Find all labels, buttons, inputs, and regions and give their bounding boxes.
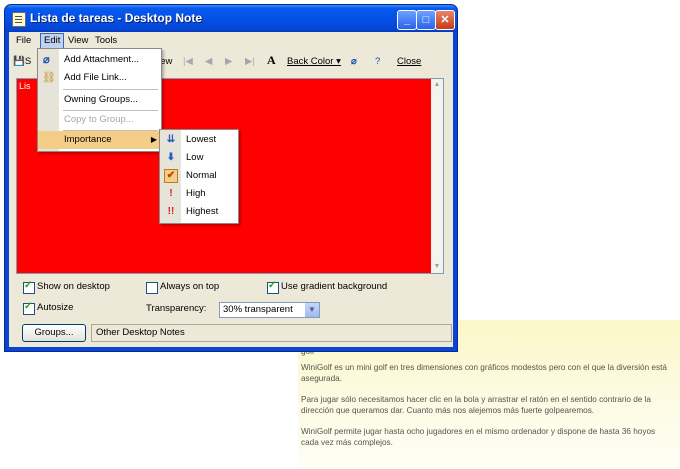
next-icon: ▶ [225, 56, 233, 67]
first-icon: |◀ [183, 56, 193, 67]
importance-submenu: ⇊ Lowest ⬇ Low ✔ Normal ! High !! Highes… [159, 129, 239, 224]
down-arrow-icon: ⬇ [166, 152, 176, 163]
menu-item-importance[interactable]: Importance ▶ [38, 131, 161, 149]
menu-tools[interactable]: Tools [92, 34, 120, 48]
background-note-paragraph-1: WiniGolf es un mini golf en tres dimensi… [301, 363, 667, 383]
maximize-icon[interactable]: □ [416, 10, 436, 30]
scroll-down-icon[interactable]: ▼ [431, 261, 443, 273]
back-color-label: Back Color [287, 56, 334, 67]
menu-view[interactable]: View [65, 34, 91, 48]
menu-item-label: Copy to Group... [64, 114, 134, 125]
importance-lowest[interactable]: ⇊ Lowest [160, 131, 238, 149]
autosize-label: Autosize [37, 302, 74, 313]
minimize-icon[interactable]: _ [397, 10, 417, 30]
background-note-paragraph-2: Para jugar sólo necesitamos hacer clic e… [301, 395, 651, 415]
show-on-desktop-checkbox[interactable] [23, 280, 35, 294]
submenu-arrow-icon: ▶ [150, 135, 157, 144]
menu-item-owning-groups[interactable]: Owning Groups... [38, 91, 161, 109]
transparency-label: Transparency: [146, 303, 207, 314]
prev-icon: ◀ [205, 56, 213, 67]
paperclip-icon: ⌀ [43, 54, 50, 66]
groups-field: Other Desktop Notes [91, 324, 452, 342]
save-label-fragment: S [24, 56, 32, 67]
always-on-top-checkbox[interactable] [146, 282, 158, 294]
importance-highest[interactable]: !! Highest [160, 203, 238, 221]
importance-low[interactable]: ⬇ Low [160, 149, 238, 167]
menu-item-label: Add Attachment... [64, 54, 139, 65]
importance-high[interactable]: ! High [160, 185, 238, 203]
transparency-select[interactable]: 30% transparent ▼ [219, 302, 320, 318]
file-link-icon: ⛓ [42, 72, 56, 84]
exclamation-icon: ! [169, 188, 173, 199]
note-text-fragment: Lis [19, 81, 31, 91]
back-color-button[interactable]: Back Color ▾ [287, 55, 341, 69]
double-down-arrow-icon: ⇊ [166, 134, 176, 145]
menu-item-label: Low [186, 152, 204, 163]
window-title: Lista de tareas - Desktop Note [30, 11, 203, 25]
menu-item-label: High [186, 188, 206, 199]
app-note-icon[interactable] [12, 12, 26, 27]
menu-item-label: Normal [186, 170, 217, 181]
menu-separator [63, 89, 158, 90]
show-on-desktop-label: Show on desktop [37, 281, 110, 292]
menu-item-add-file-link[interactable]: ⛓ Add File Link... [38, 69, 161, 87]
paperclip-icon[interactable]: ⌀ [351, 55, 357, 69]
chevron-down-icon[interactable]: ▼ [305, 303, 319, 317]
transparency-value: 30% transparent [223, 304, 293, 315]
groups-button[interactable]: Groups... [22, 324, 86, 342]
menu-item-label: Add File Link... [64, 72, 127, 83]
menu-item-label: Importance [64, 134, 112, 145]
help-icon[interactable]: ? [375, 55, 380, 69]
vertical-scrollbar[interactable]: ▲ ▼ [431, 79, 443, 273]
close-button[interactable]: Close [397, 55, 421, 69]
always-on-top-label: Always on top [160, 281, 220, 292]
gradient-background-checkbox[interactable] [267, 280, 279, 294]
save-icon[interactable]: 💾S [13, 55, 31, 69]
title-bar[interactable]: Lista de tareas - Desktop Note _ □ ✕ [5, 5, 457, 32]
scroll-up-icon[interactable]: ▲ [431, 79, 443, 91]
menu-file[interactable]: File [13, 34, 34, 48]
autosize-checkbox[interactable] [23, 301, 35, 315]
menu-item-copy-to-group: Copy to Group... [38, 111, 161, 129]
double-exclamation-icon: !! [167, 206, 175, 217]
checkmark-icon: ✔ [164, 169, 178, 183]
menu-item-add-attachment[interactable]: ⌀ Add Attachment... [38, 51, 161, 69]
importance-normal[interactable]: ✔ Normal [160, 167, 238, 185]
last-icon: ▶| [245, 56, 255, 67]
gradient-background-label: Use gradient background [281, 281, 388, 292]
menu-item-label: Highest [186, 206, 219, 217]
font-icon[interactable]: A [267, 53, 276, 67]
close-icon[interactable]: ✕ [435, 10, 455, 30]
menu-item-label: Owning Groups... [64, 94, 138, 105]
edit-menu: ⌀ Add Attachment... ⛓ Add File Link... O… [37, 48, 162, 152]
background-note-paragraph-3: WiniGolf permite jugar hasta ocho jugado… [301, 427, 656, 447]
menu-item-label: Lowest [186, 134, 217, 145]
menu-edit[interactable]: Edit [40, 33, 65, 49]
